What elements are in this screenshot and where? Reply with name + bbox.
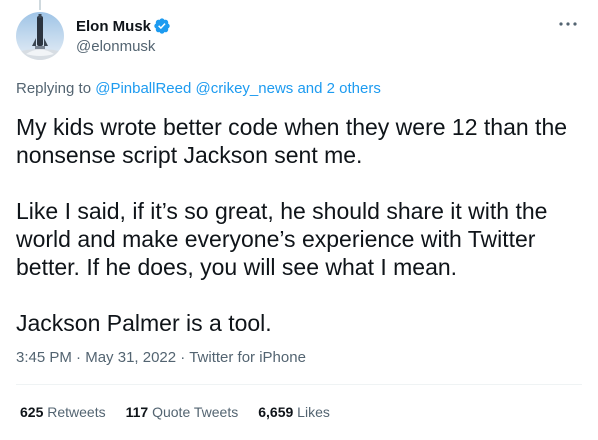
tweet-paragraph: Like I said, if it’s so great, he should…: [16, 198, 548, 280]
tweet-source[interactable]: Twitter for iPhone: [189, 349, 306, 366]
avatar[interactable]: [16, 12, 64, 60]
name-row: Elon Musk: [76, 16, 171, 36]
divider: [16, 384, 582, 385]
likes-stat[interactable]: 6,659 Likes: [258, 404, 330, 420]
likes-count: 6,659: [258, 404, 294, 420]
others-link[interactable]: and 2 others: [297, 80, 380, 97]
retweets-count: 625: [20, 404, 44, 420]
tweet-paragraph: My kids wrote better code when they were…: [16, 114, 568, 168]
author-handle[interactable]: @elonmusk: [76, 38, 171, 55]
tweet-stats: 625 Retweets 117 Quote Tweets 6,659 Like…: [20, 404, 350, 420]
mention-link-crikey-news[interactable]: @crikey_news: [196, 80, 294, 97]
likes-label: Likes: [297, 404, 330, 420]
display-name[interactable]: Elon Musk: [76, 18, 151, 35]
mention-link-pinballreed[interactable]: @PinballReed: [95, 80, 191, 97]
tweet-time[interactable]: 3:45 PM: [16, 349, 72, 366]
quote-tweets-stat[interactable]: 117 Quote Tweets: [126, 404, 239, 420]
tweet-header: Elon Musk @elonmusk: [16, 10, 582, 60]
retweets-stat[interactable]: 625 Retweets: [20, 404, 106, 420]
meta-separator: ·: [71, 349, 86, 366]
tweet-date[interactable]: May 31, 2022: [85, 349, 176, 366]
more-options-icon[interactable]: [556, 14, 580, 34]
tweet-meta: 3:45 PM · May 31, 2022 · Twitter for iPh…: [16, 349, 306, 366]
tweet-card: Elon Musk @elonmusk Replying to @Pinball…: [0, 0, 598, 440]
author-block: Elon Musk @elonmusk: [76, 16, 171, 55]
tweet-text: My kids wrote better code when they were…: [16, 113, 582, 337]
retweets-label: Retweets: [47, 404, 106, 420]
tweet-paragraph: Jackson Palmer is a tool.: [16, 310, 272, 336]
quote-tweets-label: Quote Tweets: [152, 404, 239, 420]
replying-prefix: Replying to: [16, 80, 96, 97]
rocket-launch-avatar-icon: [16, 12, 64, 60]
verified-badge-icon: [153, 17, 171, 35]
replying-to: Replying to @PinballReed @crikey_news an…: [16, 80, 381, 97]
quote-tweets-count: 117: [125, 404, 149, 420]
meta-separator: ·: [176, 349, 190, 366]
thread-connector-line: [39, 0, 41, 10]
